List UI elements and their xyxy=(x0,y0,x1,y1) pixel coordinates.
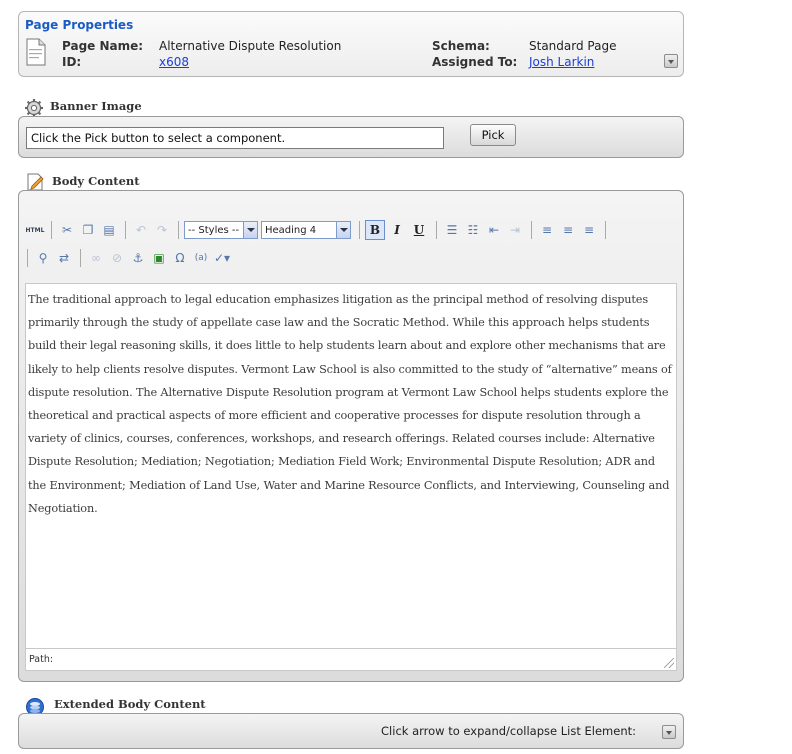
align-right-icon[interactable]: ≡ xyxy=(579,220,599,240)
schema-value: Standard Page xyxy=(529,39,617,53)
schema-label: Schema: xyxy=(432,39,490,53)
format-select-value: Heading 4 xyxy=(265,224,317,236)
body-content-title: Body Content xyxy=(52,174,140,188)
redo-icon[interactable]: ↷ xyxy=(152,220,172,240)
styles-select-value: -- Styles -- xyxy=(188,224,240,236)
expand-collapse-hint: Click arrow to expand/collapse List Elem… xyxy=(381,724,636,738)
styles-select[interactable]: -- Styles -- xyxy=(184,221,258,239)
link-icon[interactable]: ∞ xyxy=(86,248,106,268)
align-left-icon[interactable]: ≡ xyxy=(537,220,557,240)
align-center-icon[interactable]: ≡ xyxy=(558,220,578,240)
editor-toolbar: HTML ✂ ❐ ▤ ↶ ↷ -- Styles -- Heading 4 B … xyxy=(25,205,677,281)
italic-button[interactable]: I xyxy=(387,220,407,240)
bold-button[interactable]: B xyxy=(365,220,385,240)
extended-body-content-panel: Click arrow to expand/collapse List Elem… xyxy=(18,713,684,749)
undo-icon[interactable]: ↶ xyxy=(131,220,151,240)
document-icon xyxy=(26,38,46,66)
page-name-label: Page Name: xyxy=(62,39,144,53)
numbered-list-icon[interactable]: ☷ xyxy=(463,220,483,240)
find-icon[interactable]: ⚲ xyxy=(33,248,53,268)
resize-grip-icon[interactable] xyxy=(664,658,674,668)
indent-icon[interactable]: ⇥ xyxy=(505,220,525,240)
special-char-icon[interactable]: Ω xyxy=(170,248,190,268)
rich-text-editor[interactable]: The traditional approach to legal educat… xyxy=(25,283,677,649)
assigned-to-label: Assigned To: xyxy=(432,55,518,69)
spellcheck-icon[interactable]: ✓▾ xyxy=(212,248,232,268)
copy-icon[interactable]: ❐ xyxy=(78,220,98,240)
extended-body-content-title: Extended Body Content xyxy=(54,697,206,711)
toolbar-separator xyxy=(436,221,437,239)
bullet-list-icon[interactable]: ☰ xyxy=(442,220,462,240)
outdent-icon[interactable]: ⇤ xyxy=(484,220,504,240)
edit-document-icon xyxy=(27,173,44,191)
toolbar-separator xyxy=(531,221,532,239)
anchor-icon[interactable]: ⚓ xyxy=(128,248,148,268)
underline-button[interactable]: U xyxy=(409,220,429,240)
banner-image-panel: Pick xyxy=(18,116,684,158)
format-select[interactable]: Heading 4 xyxy=(261,221,351,239)
toolbar-separator xyxy=(27,249,28,267)
editor-body-text[interactable]: The traditional approach to legal educat… xyxy=(26,284,676,520)
page-properties-title: Page Properties xyxy=(25,18,134,32)
editor-path-bar: Path: xyxy=(25,649,677,671)
id-label: ID: xyxy=(62,55,82,69)
toolbar-separator xyxy=(359,221,360,239)
paste-icon[interactable]: ▤ xyxy=(99,220,119,240)
page-properties-panel: Page Properties Page Name: Alternative D… xyxy=(18,11,684,77)
id-link[interactable]: x608 xyxy=(159,55,189,69)
unlink-icon[interactable]: ⊘ xyxy=(107,248,127,268)
banner-image-title: Banner Image xyxy=(50,99,142,113)
cut-icon[interactable]: ✂ xyxy=(57,220,77,240)
toolbar-separator xyxy=(51,221,52,239)
replace-icon[interactable]: ⇄ xyxy=(54,248,74,268)
html-source-button[interactable]: HTML xyxy=(25,220,45,240)
chevron-down-icon xyxy=(336,222,350,238)
toolbar-separator xyxy=(125,221,126,239)
banner-component-input[interactable] xyxy=(26,127,444,149)
page-name-value: Alternative Dispute Resolution xyxy=(159,39,342,53)
toolbar-separator xyxy=(80,249,81,267)
toolbar-separator xyxy=(178,221,179,239)
image-icon[interactable]: ▣ xyxy=(149,248,169,268)
extended-expand-button[interactable] xyxy=(662,725,676,739)
page-properties-collapse-button[interactable] xyxy=(664,54,678,68)
pick-button[interactable]: Pick xyxy=(470,124,516,146)
toolbar-separator xyxy=(605,221,606,239)
assigned-to-link[interactable]: Josh Larkin xyxy=(529,55,594,69)
chevron-down-icon xyxy=(243,222,257,238)
gear-icon xyxy=(25,99,43,117)
field-icon[interactable]: (a) xyxy=(191,248,211,268)
path-label: Path: xyxy=(29,654,54,665)
body-content-panel: HTML ✂ ❐ ▤ ↶ ↷ -- Styles -- Heading 4 B … xyxy=(18,190,684,682)
